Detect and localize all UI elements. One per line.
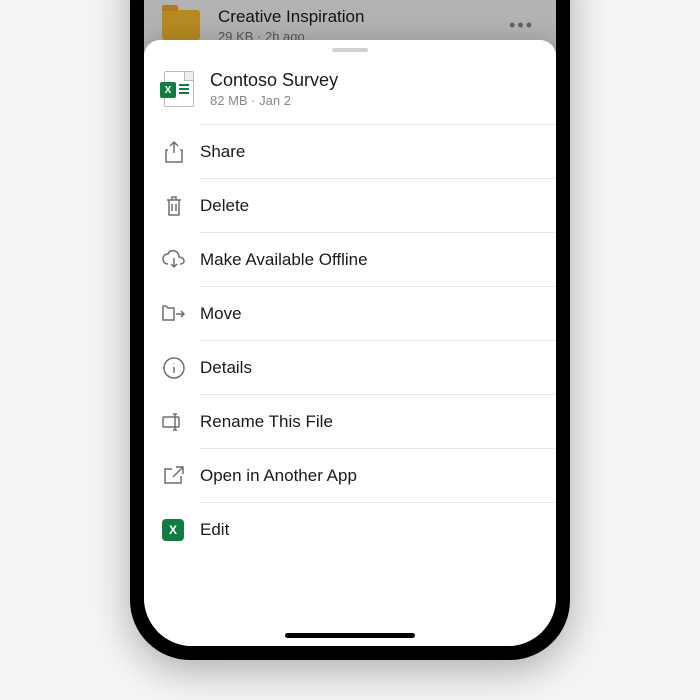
edit-label: Edit xyxy=(200,520,229,540)
home-indicator[interactable] xyxy=(285,633,415,638)
offline-row[interactable]: Make Available Offline xyxy=(200,232,556,286)
rename-icon xyxy=(162,410,186,434)
delete-label: Delete xyxy=(200,196,249,216)
excel-file-icon: X xyxy=(164,71,194,107)
rename-row[interactable]: Rename This File xyxy=(200,394,556,448)
share-label: Share xyxy=(200,142,245,162)
action-list: Share Delete xyxy=(144,124,556,646)
open-external-icon xyxy=(162,464,186,488)
excel-app-icon: X xyxy=(162,519,184,541)
sheet-grabber[interactable] xyxy=(332,48,368,52)
file-name: Contoso Survey xyxy=(210,70,338,91)
sheet-header: X Contoso Survey 82 MB · Jan 2 xyxy=(144,56,556,124)
details-row[interactable]: Details xyxy=(200,340,556,394)
share-row[interactable]: Share xyxy=(200,124,556,178)
cloud-download-icon xyxy=(162,248,186,272)
trash-icon xyxy=(162,194,186,218)
file-meta: 82 MB · Jan 2 xyxy=(210,93,338,108)
action-sheet: X Contoso Survey 82 MB · Jan 2 xyxy=(144,40,556,646)
screen: Creative Inspiration 29 KB · 2h ago ••• … xyxy=(144,0,556,646)
rename-label: Rename This File xyxy=(200,412,333,432)
info-icon xyxy=(162,356,186,380)
details-label: Details xyxy=(200,358,252,378)
phone-frame: Creative Inspiration 29 KB · 2h ago ••• … xyxy=(130,0,570,660)
openin-label: Open in Another App xyxy=(200,466,357,486)
share-icon xyxy=(162,140,186,164)
delete-row[interactable]: Delete xyxy=(200,178,556,232)
offline-label: Make Available Offline xyxy=(200,250,368,270)
edit-row[interactable]: X Edit xyxy=(200,502,556,556)
move-label: Move xyxy=(200,304,242,324)
move-row[interactable]: Move xyxy=(200,286,556,340)
move-icon xyxy=(162,302,186,326)
openin-row[interactable]: Open in Another App xyxy=(200,448,556,502)
